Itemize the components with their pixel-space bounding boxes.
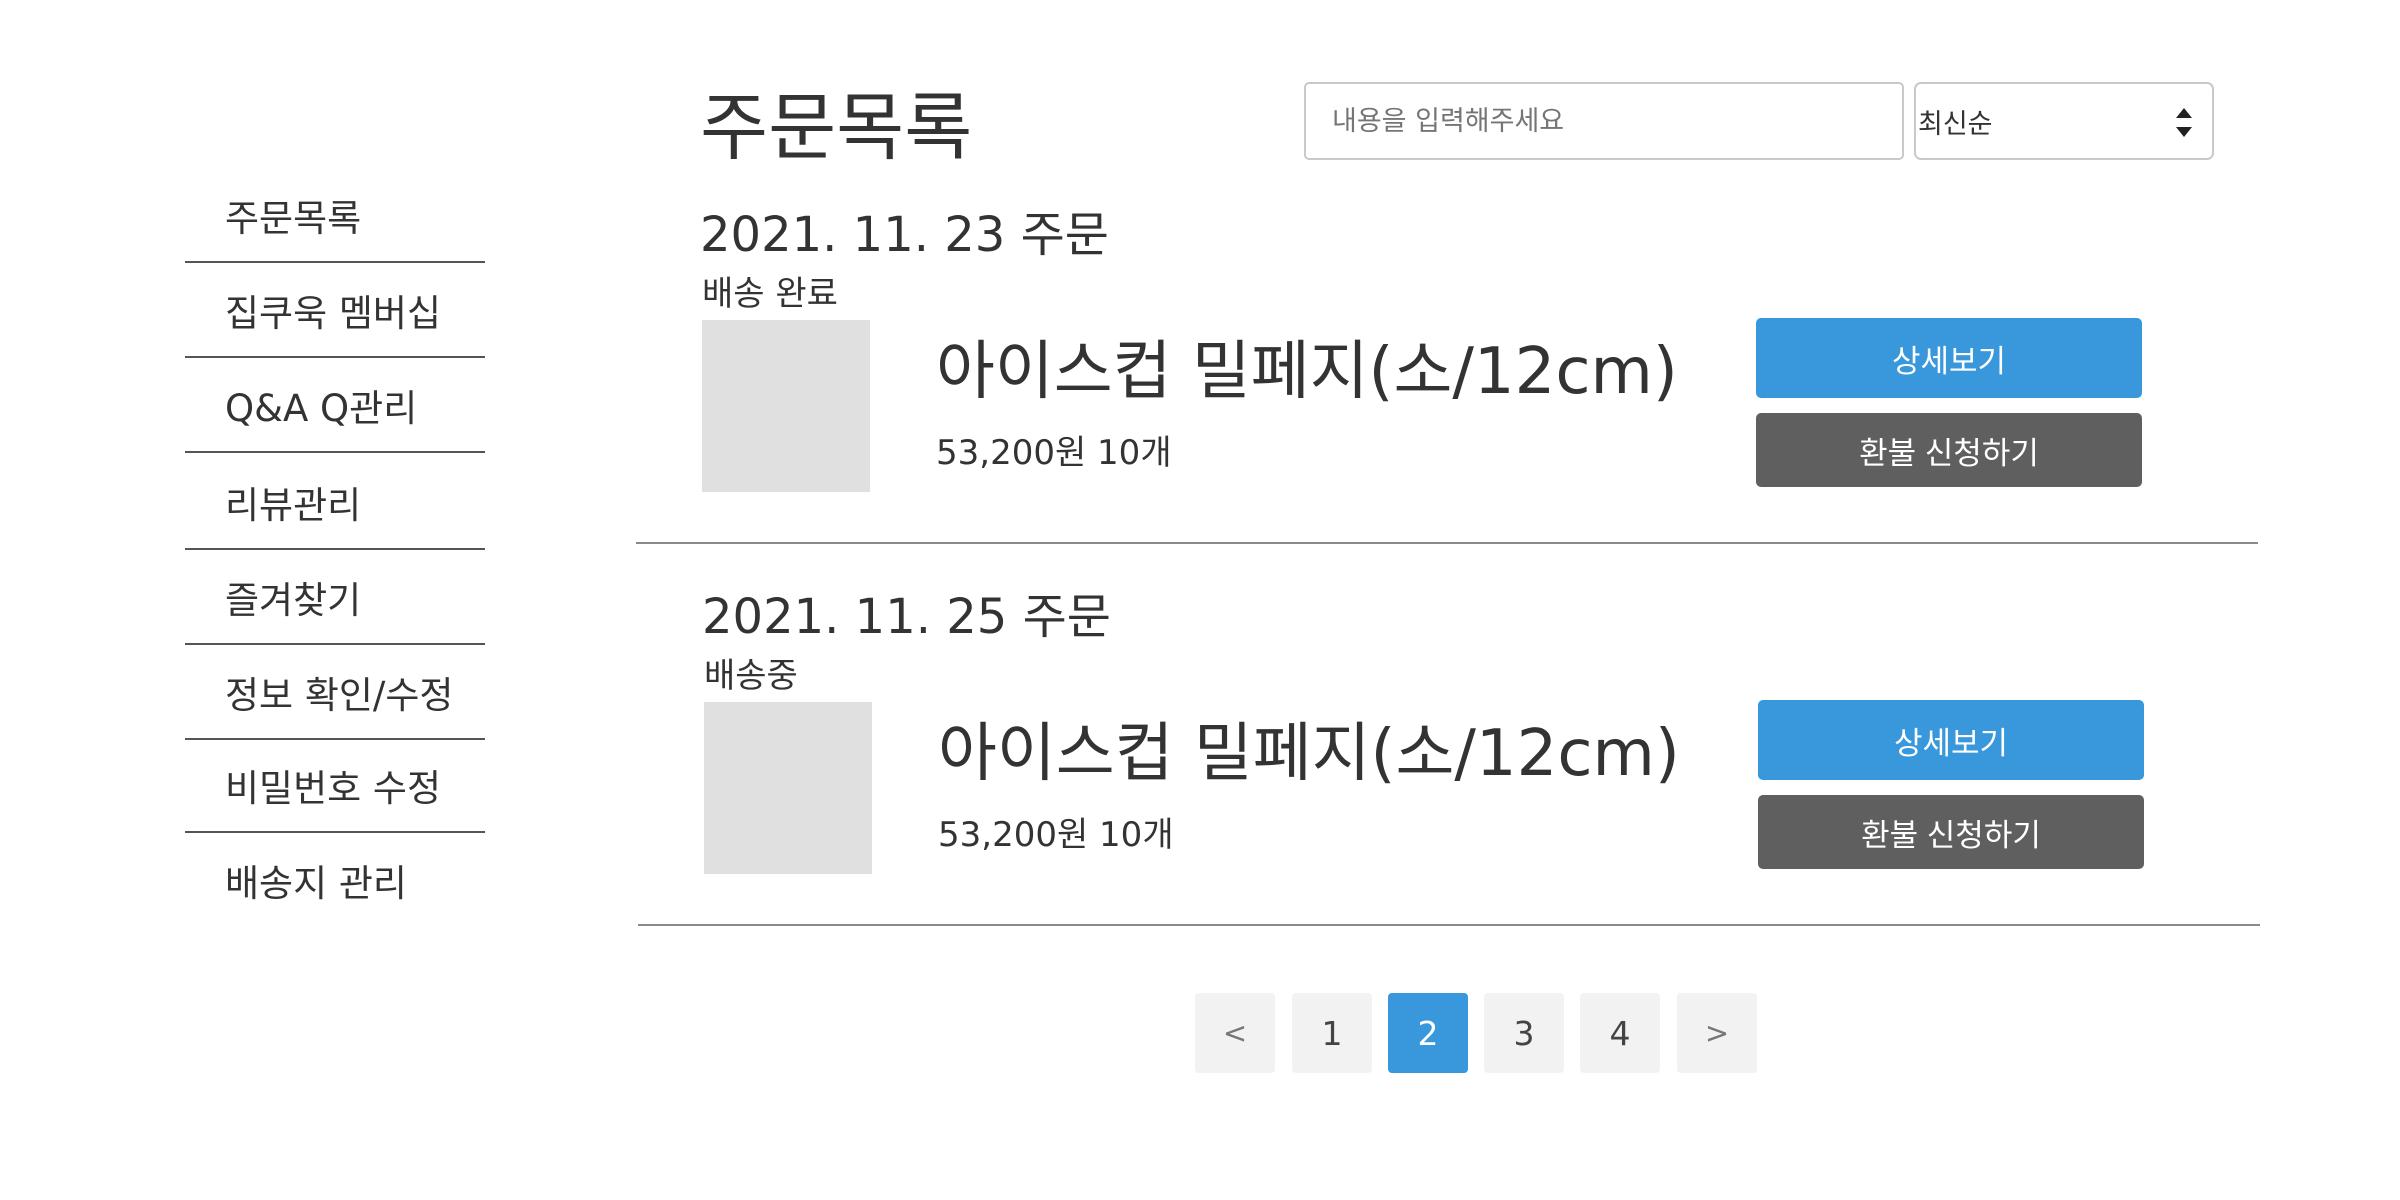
sidebar-item-label: 집쿠욱 멤버십 [225,291,442,335]
order-status: 배송 완료 [702,274,838,314]
sidebar-item-addresses[interactable]: 배송지 관리 [185,832,485,927]
sidebar-item-orders[interactable]: 주문목록 [185,168,485,263]
prev-page-button[interactable]: < [1195,993,1275,1073]
product-name: 아이스컵 밀페지(소/12cm) [936,335,1678,409]
price-quantity: 53,200원 10개 [938,815,1174,855]
order-divider [636,542,2258,544]
next-page-button[interactable]: > [1677,993,1757,1073]
sidebar-item-label: Q&A Q관리 [225,386,418,430]
sidebar-item-label: 정보 확인/수정 [225,673,454,717]
sort-arrows-icon [2174,104,2194,144]
sort-select[interactable]: 최신순 [1914,82,2214,160]
sidebar-item-reviews[interactable]: 리뷰관리 [185,455,485,550]
product-thumbnail [704,702,872,874]
order-date: 2021. 11. 23 주문 [700,207,1109,263]
sidebar-item-profile[interactable]: 정보 확인/수정 [185,645,485,740]
sidebar-item-password[interactable]: 비밀번호 수정 [185,738,485,833]
refund-button[interactable]: 환불 신청하기 [1758,795,2144,869]
order-date: 2021. 11. 25 주문 [702,589,1111,645]
order-status: 배송중 [704,656,798,696]
sidebar-item-label: 즐겨찾기 [225,578,362,622]
page-button-2[interactable]: 2 [1388,993,1468,1073]
page-button-3[interactable]: 3 [1484,993,1564,1073]
sidebar-item-label: 리뷰관리 [225,483,362,527]
sidebar-item-label: 비밀번호 수정 [225,766,442,810]
page-button-1[interactable]: 1 [1292,993,1372,1073]
sort-select-value: 최신순 [1918,108,1993,140]
product-thumbnail [702,320,870,492]
order-divider [638,924,2260,926]
detail-button[interactable]: 상세보기 [1756,318,2142,398]
search-input[interactable] [1304,82,1904,160]
product-name: 아이스컵 밀페지(소/12cm) [938,717,1680,791]
sidebar-item-qna[interactable]: Q&A Q관리 [185,358,485,453]
refund-button[interactable]: 환불 신청하기 [1756,413,2142,487]
page-title: 주문목록 [700,85,973,171]
sidebar-item-label: 주문목록 [225,196,362,240]
detail-button[interactable]: 상세보기 [1758,700,2144,780]
page-button-4[interactable]: 4 [1580,993,1660,1073]
sidebar-item-label: 배송지 관리 [225,861,407,905]
price-quantity: 53,200원 10개 [936,433,1172,473]
sidebar-item-favorites[interactable]: 즐겨찾기 [185,550,485,645]
sidebar-item-membership[interactable]: 집쿠욱 멤버십 [185,263,485,358]
